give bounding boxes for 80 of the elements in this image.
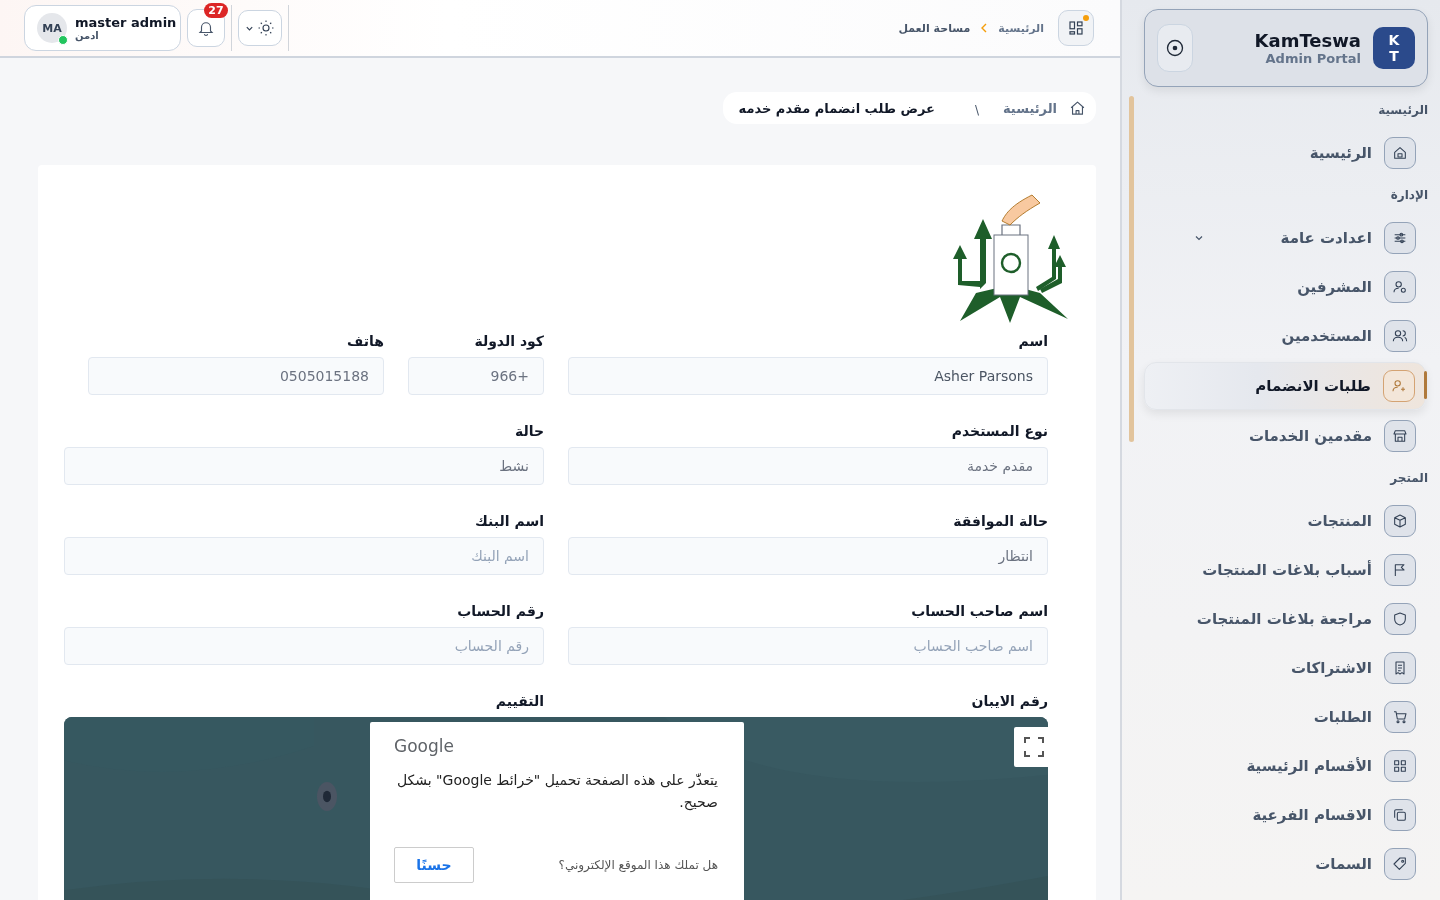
section-title: الإدارة: [1389, 187, 1428, 204]
sidebar-item[interactable]: المنتجات: [1144, 498, 1426, 544]
user-plus-icon: [1391, 378, 1407, 394]
user-icon: [1392, 279, 1408, 295]
notification-badge: 27: [204, 3, 228, 18]
field-label: حالة الموافقة: [952, 513, 1048, 529]
field-label: رقم الحساب: [456, 603, 544, 619]
bell-icon: [197, 19, 216, 37]
breadcrumb-link[interactable]: الرئيسية: [1002, 100, 1057, 116]
sun-icon: [257, 19, 276, 37]
shield-icon: [1392, 611, 1408, 627]
fullscreen-icon: [1024, 737, 1044, 757]
input-field[interactable]: نشط: [64, 447, 544, 485]
receipt-icon: [1392, 660, 1408, 676]
input-field[interactable]: 0505015188: [88, 357, 384, 395]
sidebar-item[interactable]: مقدمين الخدمات: [1144, 413, 1426, 459]
input-field[interactable]: اسم البنك: [64, 537, 544, 575]
sidebar-item[interactable]: مراجعة بلاغات المنتجات: [1144, 596, 1426, 642]
breadcrumb-link[interactable]: الرئيسية: [998, 21, 1044, 35]
flag-icon: [1392, 562, 1408, 578]
sidebar-item[interactable]: الطلبات: [1144, 694, 1426, 740]
dashboard-icon: [1067, 19, 1085, 37]
fullscreen-button[interactable]: [1014, 727, 1048, 767]
input-field[interactable]: مقدم خدمة: [568, 447, 1048, 485]
brand-name: KamTeswa: [1254, 30, 1361, 51]
theme-toggle[interactable]: [238, 10, 283, 46]
avatar: MA: [37, 13, 67, 43]
brand-logo: K T: [1373, 27, 1415, 69]
sidebar-item[interactable]: المشرفين: [1144, 264, 1426, 310]
tag-icon: [1392, 856, 1408, 872]
ok-button[interactable]: حسنًا: [394, 847, 474, 884]
section-title: الرئيسية: [1377, 102, 1428, 119]
user-role: ادمن: [75, 30, 99, 41]
store-icon: [1392, 428, 1408, 444]
field-label: اسم البنك: [474, 513, 544, 529]
input-field[interactable]: Asher Parsons: [568, 357, 1048, 395]
field-label: حالة: [513, 423, 544, 439]
user-name: master admin: [75, 15, 177, 30]
breadcrumb-current: مساحة العمل: [898, 21, 971, 35]
field-label: نوع المستخدم: [950, 423, 1048, 439]
error-message: يتعذّر على هذه الصفحة تحميل "خرائط Google" بشكل صحيح.: [395, 771, 718, 813]
workspace-button[interactable]: [1058, 10, 1094, 46]
home-icon: [1069, 99, 1086, 117]
sidebar-item[interactable]: اعدادت عامة: [1144, 215, 1426, 261]
cart-icon: [1392, 709, 1408, 725]
box-icon: [1392, 513, 1408, 529]
sidebar-item[interactable]: الاشتراكات: [1144, 645, 1426, 691]
sidebar-item[interactable]: أسباب بلاغات المنتجات: [1144, 547, 1426, 593]
sidebar-item[interactable]: السمات: [1144, 841, 1426, 887]
section-title: المتجر: [1388, 470, 1428, 487]
target-icon: [1165, 38, 1185, 58]
field-label: التقييم: [494, 693, 544, 709]
sidebar-item[interactable]: طلبات الانضمام: [1144, 362, 1426, 410]
input-field[interactable]: انتظار: [568, 537, 1048, 575]
sidebar-item[interactable]: الاقسام الفرعية: [1144, 792, 1426, 838]
owner-link[interactable]: هل تملك هذا الموقع الإلكتروني؟: [558, 858, 718, 873]
chevron-down-icon[interactable]: [1194, 233, 1204, 243]
input-field[interactable]: رقم الحساب: [64, 627, 544, 665]
field-label: هاتف: [346, 333, 384, 349]
scrollbar-thumb[interactable]: [1129, 96, 1134, 442]
sidebar-item[interactable]: المستخدمين: [1144, 313, 1426, 359]
copy-icon: [1392, 807, 1408, 823]
collapse-button[interactable]: [1157, 24, 1193, 72]
users-icon: [1392, 328, 1408, 344]
brand-subtitle: Admin Portal: [1265, 51, 1361, 66]
input-field[interactable]: اسم صاحب الحساب: [568, 627, 1048, 665]
grid-icon: [1392, 758, 1408, 774]
google-logo: Google: [394, 736, 455, 756]
sliders-icon: [1392, 230, 1408, 246]
breadcrumb-current: عرض طلب انضمام مقدم خدمه: [738, 100, 935, 116]
sidebar-item[interactable]: الرئيسية: [1144, 130, 1426, 176]
field-label: كود الدولة: [473, 333, 544, 349]
input-field[interactable]: +966: [408, 357, 544, 395]
field-label: اسم صاحب الحساب: [910, 603, 1048, 619]
field-label: رقم الايبان: [970, 693, 1048, 709]
chevron-icon: [980, 23, 989, 33]
field-label: اسم: [1017, 333, 1048, 349]
breadcrumb-separator: \: [974, 103, 979, 117]
home-icon: [1392, 145, 1408, 161]
sidebar-item[interactable]: الأقسام الرئيسية: [1144, 743, 1426, 789]
